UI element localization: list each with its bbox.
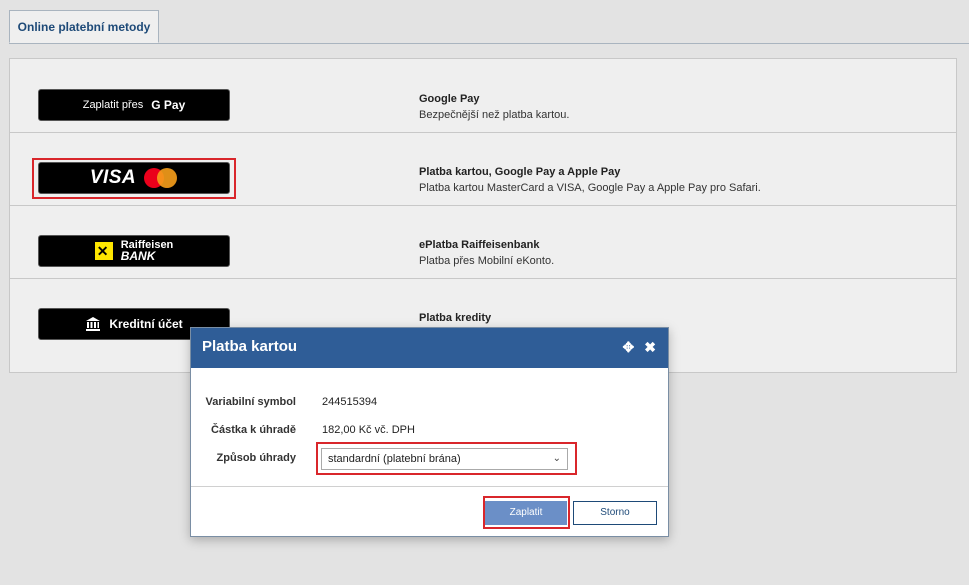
mastercard-logo-icon — [144, 168, 178, 188]
payment-methods-list: Zaplatit přes G Pay Google Pay Bezpečněj… — [9, 58, 957, 373]
raiffeisen-logo-icon — [94, 242, 113, 260]
card-payment-dialog: Platba kartou ✥ ✖ Variabilní symbol 2445… — [190, 327, 669, 537]
list-item-card-payment: VISA Platba kartou, Google Pay a Apple P… — [10, 132, 956, 206]
list-item-google-pay: Zaplatit přes G Pay Google Pay Bezpečněj… — [10, 59, 956, 133]
dialog-title: Platba kartou — [202, 338, 298, 355]
variable-symbol-label: Variabilní symbol — [205, 396, 296, 408]
method-title: Platba kredity — [419, 312, 492, 324]
chevron-down-icon: ⌄ — [552, 453, 561, 464]
dialog-header: Platba kartou ✥ ✖ — [191, 328, 668, 368]
dialog-body: Variabilní symbol 244515394 Částka k úhr… — [191, 368, 668, 487]
method-title: Platba kartou, Google Pay a Apple Pay — [419, 166, 621, 178]
variable-symbol-value: 244515394 — [322, 396, 378, 408]
google-pay-button-label: Zaplatit přes — [82, 99, 144, 111]
visa-card-button[interactable]: VISA — [38, 162, 230, 194]
close-icon[interactable]: ✖ — [644, 328, 656, 366]
method-title: ePlatba Raiffeisenbank — [419, 239, 540, 251]
method-description: Platba kartou MasterCard a VISA, Google … — [419, 182, 761, 194]
visa-logo: VISA — [89, 167, 137, 188]
credit-account-label: Kreditní účet — [109, 317, 183, 331]
amount-label: Částka k úhradě — [211, 424, 296, 436]
tab-bar: Online platební metody — [9, 10, 969, 44]
list-item-raiffeisen: Raiffeisen BANK ePlatba Raiffeisenbank P… — [10, 205, 956, 279]
move-icon[interactable]: ✥ — [623, 328, 635, 366]
raiffeisen-wordmark-line2: BANK — [120, 249, 156, 263]
raiffeisen-wordmark: Raiffeisen BANK — [120, 240, 174, 263]
raiffeisen-button[interactable]: Raiffeisen BANK — [38, 235, 230, 267]
cancel-button[interactable]: Storno — [573, 501, 657, 525]
google-pay-logo: G Pay — [151, 98, 186, 112]
pay-button[interactable]: Zaplatit — [485, 501, 567, 525]
payment-method-select-value: standardní (platební brána) — [328, 453, 461, 465]
payment-method-label: Způsob úhrady — [216, 452, 296, 464]
bank-building-icon — [86, 317, 101, 331]
method-description: Platba přes Mobilní eKonto. — [419, 255, 555, 267]
method-description: Bezpečnější než platba kartou. — [419, 109, 570, 121]
method-title: Google Pay — [419, 93, 480, 105]
tab-online-payment-methods[interactable]: Online platební metody — [9, 10, 159, 43]
google-pay-button[interactable]: Zaplatit přes G Pay — [38, 89, 230, 121]
amount-value: 182,00 Kč vč. DPH — [322, 424, 415, 436]
payment-method-select[interactable]: standardní (platební brána) ⌄ — [321, 448, 568, 470]
